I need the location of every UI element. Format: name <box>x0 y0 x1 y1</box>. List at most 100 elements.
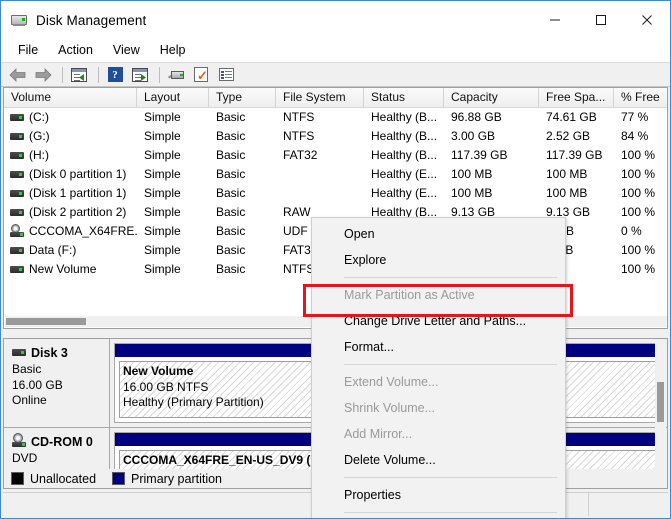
scrollbar-thumb[interactable] <box>6 318 86 325</box>
minimize-button[interactable] <box>532 1 578 39</box>
title-bar: Disk Management <box>1 1 670 39</box>
cell-status: Healthy (E... <box>371 186 438 200</box>
menu-file[interactable]: File <box>8 41 48 60</box>
disk-state: Online <box>12 393 47 407</box>
disk-management-icon <box>11 12 27 28</box>
cell-free-space: 100 MB <box>546 167 588 181</box>
cell-type: Basic <box>216 224 246 238</box>
cell-volume: CCCOMA_X64FRE... <box>29 224 137 238</box>
column-header-percent-free[interactable]: % Free <box>614 88 667 107</box>
context-menu-separator <box>344 477 557 478</box>
close-button[interactable] <box>624 1 670 39</box>
table-row[interactable]: (H:) Simple Basic FAT32 Healthy (B... 11… <box>4 146 667 165</box>
cell-free-space: 2.52 GB <box>546 129 591 143</box>
context-menu-item-format[interactable]: Format... <box>312 334 565 360</box>
cell-layout: Simple <box>144 167 181 181</box>
properties-icon[interactable]: ✓ <box>190 64 212 85</box>
context-menu-separator <box>344 512 557 513</box>
hard-disk-icon <box>10 151 24 161</box>
cd-rom-icon <box>10 223 24 237</box>
disk-info[interactable]: Disk 3 Basic 16.00 GB Online <box>4 339 110 427</box>
legend-swatch-primary-partition <box>112 472 126 485</box>
back-arrow-icon[interactable] <box>7 64 29 85</box>
scrollbar-thumb[interactable] <box>657 382 664 422</box>
disk-type: Basic <box>12 362 42 376</box>
column-header-status[interactable]: Status <box>364 88 444 107</box>
cell-volume: New Volume <box>29 262 97 276</box>
cd-rom-icon <box>12 433 26 447</box>
cell-percent-free: 100 % <box>621 148 656 162</box>
cell-capacity: 117.39 GB <box>451 148 508 162</box>
volume-list-header: Volume Layout Type File System Status Ca… <box>4 88 667 108</box>
cell-layout: Simple <box>144 262 181 276</box>
menu-bar: File Action View Help <box>1 39 670 62</box>
forward-arrow-icon[interactable] <box>32 64 54 85</box>
cell-status: Healthy (B... <box>371 129 438 143</box>
toolbar-separator <box>159 66 160 83</box>
table-row[interactable]: (Disk 1 partition 1) Simple Basic Health… <box>4 184 667 203</box>
cell-file-system: NTFS <box>283 129 315 143</box>
maximize-button[interactable] <box>578 1 624 39</box>
cell-layout: Simple <box>144 129 181 143</box>
window-title: Disk Management <box>36 12 147 28</box>
cell-percent-free: 0 % <box>621 224 642 238</box>
context-menu-item-explore[interactable]: Explore <box>312 247 565 273</box>
cell-volume: (G:) <box>29 129 50 143</box>
cell-layout: Simple <box>144 186 181 200</box>
show-hide-console-tree-icon[interactable] <box>68 64 90 85</box>
cell-type: Basic <box>216 262 246 276</box>
help-icon[interactable]: ? <box>104 64 126 85</box>
context-menu-item-properties[interactable]: Properties <box>312 482 565 508</box>
cell-layout: Simple <box>144 148 181 162</box>
disk-type: DVD <box>12 451 38 465</box>
context-menu-separator <box>344 364 557 365</box>
disk-management-window: Disk Management File Action View Help ? … <box>0 0 671 519</box>
cell-free-space: 74.61 GB <box>546 110 597 124</box>
column-header-free-space[interactable]: Free Spa... <box>539 88 614 107</box>
cell-volume: Data (F:) <box>29 243 77 257</box>
cell-type: Basic <box>216 148 246 162</box>
hard-disk-icon <box>10 132 24 142</box>
cell-percent-free: 100 % <box>621 167 656 181</box>
legend-label-unallocated: Unallocated <box>30 471 97 486</box>
context-menu-item-open[interactable]: Open <box>312 221 565 247</box>
cell-type: Basic <box>216 167 246 181</box>
menu-view[interactable]: View <box>103 41 150 60</box>
hard-disk-icon <box>10 246 24 256</box>
context-menu-item-add-mirror: Add Mirror... <box>344 427 413 441</box>
context-menu-item-change-drive-letter-and-paths[interactable]: Change Drive Letter and Paths... <box>312 308 565 334</box>
legend-label-primary-partition: Primary partition <box>131 471 223 486</box>
menu-action[interactable]: Action <box>48 41 103 60</box>
menu-help[interactable]: Help <box>150 41 196 60</box>
hard-disk-icon <box>10 170 24 180</box>
rescan-disks-icon[interactable] <box>165 64 187 85</box>
cell-type: Basic <box>216 129 246 143</box>
column-header-layout[interactable]: Layout <box>137 88 209 107</box>
table-row[interactable]: (G:) Simple Basic NTFS Healthy (B... 3.0… <box>4 127 667 146</box>
cell-percent-free: 100 % <box>621 243 656 257</box>
disk-size: 16.00 GB <box>12 377 63 392</box>
disk-name: CD-ROM 0 <box>12 433 109 449</box>
context-menu-separator <box>344 277 557 278</box>
cell-percent-free: 84 % <box>621 129 649 143</box>
cell-layout: Simple <box>144 224 181 238</box>
cell-free-space: 100 MB <box>546 186 588 200</box>
cell-volume: (Disk 0 partition 1) <box>29 167 127 181</box>
column-header-file-system[interactable]: File System <box>276 88 364 107</box>
cell-file-system: FAT32 <box>283 148 318 162</box>
disk-name: Disk 3 <box>12 346 109 360</box>
cell-capacity: 3.00 GB <box>451 129 496 143</box>
cell-free-space: 117.39 GB <box>546 148 603 162</box>
cell-status: Healthy (B... <box>371 110 438 124</box>
column-header-capacity[interactable]: Capacity <box>444 88 539 107</box>
context-menu-item-delete-volume[interactable]: Delete Volume... <box>312 447 565 473</box>
all-tasks-icon[interactable] <box>215 64 237 85</box>
table-row[interactable]: (C:) Simple Basic NTFS Healthy (B... 96.… <box>4 108 667 127</box>
cell-layout: Simple <box>144 205 181 219</box>
show-hide-action-pane-icon[interactable] <box>129 64 151 85</box>
column-header-volume[interactable]: Volume <box>4 88 137 107</box>
disk-panel-vertical-scrollbar[interactable] <box>655 340 666 471</box>
table-row[interactable]: (Disk 0 partition 1) Simple Basic Health… <box>4 165 667 184</box>
column-header-type[interactable]: Type <box>209 88 276 107</box>
hard-disk-icon <box>10 189 24 199</box>
